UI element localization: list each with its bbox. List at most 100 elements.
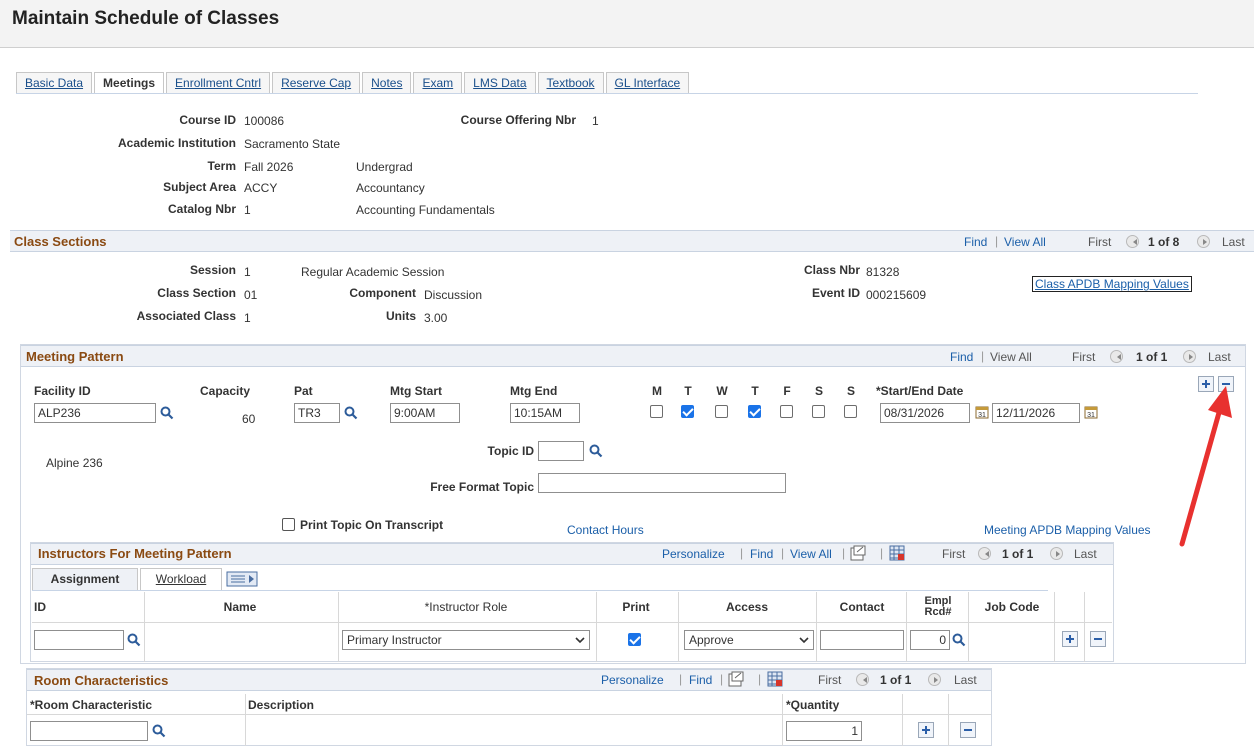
grid-download-icon[interactable] bbox=[767, 671, 783, 687]
session-label: Session bbox=[189, 263, 236, 277]
day-label-m: M bbox=[652, 384, 662, 398]
associated-class-value: 1 bbox=[244, 311, 251, 325]
calendar-icon[interactable]: 31 bbox=[975, 405, 989, 419]
search-icon[interactable] bbox=[589, 444, 603, 458]
col-contact: Contact bbox=[839, 600, 885, 614]
search-icon[interactable] bbox=[344, 406, 358, 420]
instructors-personalize-link[interactable]: Personalize bbox=[662, 547, 725, 561]
pattern-input[interactable] bbox=[294, 403, 340, 423]
grid-divider bbox=[144, 592, 145, 662]
next-arrow-icon[interactable] bbox=[928, 673, 941, 687]
instructor-role-select[interactable]: Primary Instructor bbox=[342, 630, 590, 650]
prev-arrow-icon[interactable] bbox=[978, 547, 991, 561]
calendar-icon[interactable]: 31 bbox=[1084, 405, 1098, 419]
tab-reserve-cap[interactable]: Reserve Cap bbox=[272, 72, 361, 94]
instructors-last[interactable]: Last bbox=[1074, 547, 1097, 561]
search-icon[interactable] bbox=[152, 724, 166, 738]
mtg-end-input[interactable] bbox=[510, 403, 580, 423]
prev-arrow-icon[interactable] bbox=[856, 673, 869, 687]
day-checkbox-sunday[interactable] bbox=[844, 405, 857, 418]
room-characteristic-input[interactable] bbox=[30, 721, 148, 741]
room-first[interactable]: First bbox=[818, 673, 841, 687]
day-checkbox-saturday[interactable] bbox=[812, 405, 825, 418]
grid-download-icon[interactable] bbox=[889, 545, 905, 561]
tab-lms-data[interactable]: LMS Data bbox=[464, 72, 536, 94]
meeting-apdb-mapping-link[interactable]: Meeting APDB Mapping Values bbox=[984, 523, 1151, 537]
mtg-start-input[interactable] bbox=[390, 403, 460, 423]
meeting-first[interactable]: First bbox=[1072, 350, 1095, 364]
next-arrow-icon[interactable] bbox=[1197, 235, 1210, 249]
facility-id-input[interactable] bbox=[34, 403, 156, 423]
room-personalize-link[interactable]: Personalize bbox=[601, 673, 664, 687]
prev-arrow-icon[interactable] bbox=[1110, 350, 1123, 364]
day-checkbox-wednesday[interactable] bbox=[715, 405, 728, 418]
col-description: Description bbox=[248, 698, 315, 712]
tab-basic-data[interactable]: Basic Data bbox=[16, 72, 93, 94]
tab-notes[interactable]: Notes bbox=[362, 72, 412, 94]
room-last[interactable]: Last bbox=[954, 673, 977, 687]
catalog-label: Catalog Nbr bbox=[167, 202, 236, 216]
print-checkbox[interactable] bbox=[628, 633, 641, 646]
meeting-view-all-link[interactable]: View All bbox=[990, 350, 1032, 364]
search-icon[interactable] bbox=[160, 406, 174, 420]
meeting-find-link[interactable]: Find bbox=[950, 350, 973, 364]
col-room-characteristic: *Room Characteristic bbox=[30, 698, 153, 712]
new-window-icon[interactable] bbox=[728, 671, 744, 687]
capacity-label: Capacity bbox=[200, 384, 251, 398]
class-sections-find-link[interactable]: Find bbox=[964, 235, 987, 249]
add-room-row-button[interactable] bbox=[918, 722, 934, 738]
component-value: Discussion bbox=[424, 288, 483, 302]
day-checkbox-tuesday[interactable] bbox=[681, 405, 694, 418]
remove-instructor-row-button[interactable] bbox=[1090, 631, 1106, 647]
tab-enrollment-cntrl[interactable]: Enrollment Cntrl bbox=[166, 72, 271, 94]
day-checkbox-monday[interactable] bbox=[650, 405, 663, 418]
class-apdb-mapping-link[interactable]: Class APDB Mapping Values bbox=[1032, 276, 1192, 292]
search-icon[interactable] bbox=[952, 633, 966, 647]
topic-id-input[interactable] bbox=[538, 441, 584, 461]
component-label: Component bbox=[349, 286, 416, 300]
term-label: Term bbox=[207, 159, 236, 173]
instructors-find-link[interactable]: Find bbox=[750, 547, 773, 561]
class-nbr-label: Class Nbr bbox=[803, 263, 860, 277]
access-select[interactable]: Approve bbox=[684, 630, 814, 650]
contact-hours-link[interactable]: Contact Hours bbox=[567, 523, 644, 537]
room-find-link[interactable]: Find bbox=[689, 673, 712, 687]
subtab-workload[interactable]: Workload bbox=[140, 568, 222, 590]
add-instructor-row-button[interactable] bbox=[1062, 631, 1078, 647]
instructors-first[interactable]: First bbox=[942, 547, 965, 561]
subject-value: ACCY bbox=[244, 181, 278, 195]
next-arrow-icon[interactable] bbox=[1050, 547, 1063, 561]
instructors-view-all-link[interactable]: View All bbox=[790, 547, 832, 561]
remove-room-row-button[interactable] bbox=[960, 722, 976, 738]
svg-text:31: 31 bbox=[978, 412, 986, 419]
class-sections-last[interactable]: Last bbox=[1222, 235, 1245, 249]
room-characteristics-title: Room Characteristics bbox=[34, 673, 169, 688]
end-date-input[interactable] bbox=[992, 403, 1080, 423]
next-arrow-icon[interactable] bbox=[1183, 350, 1196, 364]
tab-exam[interactable]: Exam bbox=[413, 72, 463, 94]
subtab-assignment[interactable]: Assignment bbox=[32, 568, 138, 590]
start-date-input[interactable] bbox=[880, 403, 970, 423]
meeting-last[interactable]: Last bbox=[1208, 350, 1231, 364]
tab-meetings[interactable]: Meetings bbox=[94, 72, 165, 94]
new-window-icon[interactable] bbox=[850, 545, 866, 561]
free-format-topic-input[interactable] bbox=[538, 473, 786, 493]
facility-description: Alpine 236 bbox=[46, 456, 103, 470]
day-checkbox-friday[interactable] bbox=[780, 405, 793, 418]
prev-arrow-icon[interactable] bbox=[1126, 235, 1139, 249]
class-sections-counter: 1 of 8 bbox=[1148, 235, 1180, 249]
tab-textbook[interactable]: Textbook bbox=[537, 72, 604, 94]
room-quantity-input[interactable] bbox=[786, 721, 862, 741]
instructor-id-input[interactable] bbox=[34, 630, 124, 650]
associated-class-label: Associated Class bbox=[136, 309, 236, 323]
plus-icon bbox=[922, 726, 930, 734]
class-sections-first[interactable]: First bbox=[1088, 235, 1111, 249]
tab-gl-interface[interactable]: GL Interface bbox=[605, 72, 690, 94]
show-all-columns-icon[interactable] bbox=[226, 570, 260, 588]
empl-rcd-input[interactable] bbox=[910, 630, 950, 650]
print-topic-checkbox[interactable] bbox=[282, 518, 295, 531]
class-sections-view-all-link[interactable]: View All bbox=[1004, 235, 1046, 249]
day-checkbox-thursday[interactable] bbox=[748, 405, 761, 418]
search-icon[interactable] bbox=[127, 633, 141, 647]
contact-input[interactable] bbox=[820, 630, 904, 650]
